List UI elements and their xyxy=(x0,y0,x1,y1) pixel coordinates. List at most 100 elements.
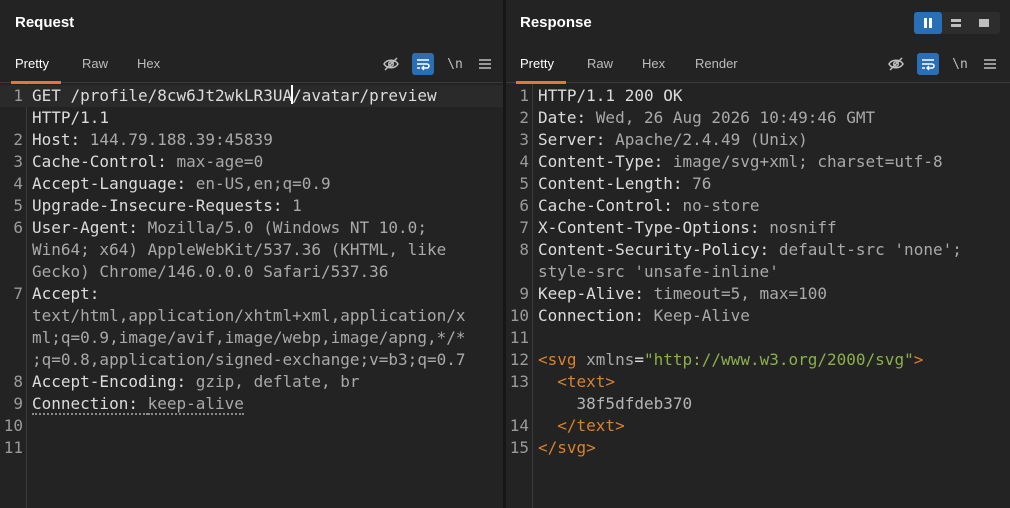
code-token: style-src 'unsafe-inline' xyxy=(538,262,779,281)
menu-icon[interactable] xyxy=(474,53,496,75)
hamburger-icon xyxy=(479,59,491,69)
line-number: 13 xyxy=(509,372,529,391)
code-token: > xyxy=(913,350,924,369)
code-line[interactable]: 9 Connection: keep-alive xyxy=(0,393,503,415)
line-number: 2 xyxy=(519,108,529,127)
code-line[interactable]: 11 xyxy=(0,437,503,459)
code-line[interactable]: style-src 'unsafe-inline' xyxy=(506,261,1010,283)
code-line[interactable]: 6 Cache-Control: no-store xyxy=(506,195,1010,217)
code-line[interactable]: ml;q=0.9,image/avif,image/webp,image/apn… xyxy=(0,327,503,349)
code-line[interactable]: 14 </text> xyxy=(506,415,1010,437)
wrap-lines-button[interactable] xyxy=(412,53,434,75)
code-token: text/html,application/xhtml+xml,applicat… xyxy=(32,306,466,325)
code-line[interactable]: text/html,application/xhtml+xml,applicat… xyxy=(0,305,503,327)
code-line[interactable]: Gecko) Chrome/146.0.0.0 Safari/537.36 xyxy=(0,261,503,283)
code-token: xmlns xyxy=(586,350,635,369)
layout-stacked-button[interactable] xyxy=(942,12,970,34)
layout-side-by-side-button[interactable] xyxy=(914,12,942,34)
newline-toggle[interactable]: \n xyxy=(444,53,466,75)
tab-raw[interactable]: Raw xyxy=(82,46,108,83)
line-number: 9 xyxy=(13,394,23,413)
code-line[interactable]: 11 xyxy=(506,327,1010,349)
code-token: X-Content-Type-Options: xyxy=(538,218,770,237)
code-line[interactable]: 8 Accept-Encoding: gzip, deflate, br xyxy=(0,371,503,393)
code-text: ;q=0.8,application/signed-exchange;v=b3;… xyxy=(32,349,497,371)
code-token: ;q=0.8,application/signed-exchange;v=b3;… xyxy=(32,350,466,369)
code-text: HTTP/1.1 200 OK xyxy=(538,85,1004,107)
code-line[interactable]: 10 Connection: Keep-Alive xyxy=(506,305,1010,327)
line-number: 9 xyxy=(519,284,529,303)
rows-icon xyxy=(951,19,961,27)
request-tabs: Pretty Raw Hex \n xyxy=(0,46,503,84)
request-pane: Request Pretty Raw Hex \n 1 GET /profile… xyxy=(0,0,503,508)
code-line[interactable]: 4 Accept-Language: en-US,en;q=0.9 xyxy=(0,173,503,195)
code-token: "http://www.w3.org/2000/svg" xyxy=(643,350,914,369)
tab-raw[interactable]: Raw xyxy=(587,46,613,83)
hide-nonprintable-icon[interactable] xyxy=(380,53,402,75)
tab-pretty[interactable]: Pretty xyxy=(11,46,61,84)
code-line[interactable]: 13 <text> xyxy=(506,371,1010,393)
code-line[interactable]: 15 </svg> xyxy=(506,437,1010,459)
code-text: Cache-Control: no-store xyxy=(538,195,1004,217)
code-line[interactable]: 1 HTTP/1.1 200 OK xyxy=(506,85,1010,107)
code-line[interactable]: Win64; x64) AppleWebKit/537.36 (KHTML, l… xyxy=(0,239,503,261)
code-token: Cache-Control: xyxy=(32,152,177,171)
code-line[interactable]: 1 GET /profile/8cw6Jt2wkLR3UA/avatar/prev… xyxy=(0,85,503,107)
line-number: 3 xyxy=(13,152,23,171)
code-line[interactable]: 7 X-Content-Type-Options: nosniff xyxy=(506,217,1010,239)
code-line[interactable]: 5 Upgrade-Insecure-Requests: 1 xyxy=(0,195,503,217)
tab-render[interactable]: Render xyxy=(695,46,738,83)
code-line[interactable]: 2 Date: Wed, 26 Aug 2026 10:49:46 GMT xyxy=(506,107,1010,129)
code-token: HTTP/1.1 200 OK xyxy=(538,86,683,105)
code-text: GET /profile/8cw6Jt2wkLR3UA/avatar/previ… xyxy=(32,85,497,107)
code-line[interactable]: 3 Cache-Control: max-age=0 xyxy=(0,151,503,173)
code-token: max-age=0 xyxy=(176,152,264,171)
code-line[interactable]: 12 <svg xmlns="http://www.w3.org/2000/svg… xyxy=(506,349,1010,371)
wrap-icon xyxy=(417,59,430,71)
code-token: timeout=5, max=100 xyxy=(653,284,827,303)
code-token: Accept-Encoding: xyxy=(32,372,196,391)
response-header: Response xyxy=(506,0,1010,46)
layout-switcher xyxy=(914,12,1000,34)
code-line[interactable]: ;q=0.8,application/signed-exchange;v=b3;… xyxy=(0,349,503,371)
code-line[interactable]: 6 User-Agent: Mozilla/5.0 (Windows NT 10.… xyxy=(0,217,503,239)
code-token: Content-Type: xyxy=(538,152,673,171)
code-token: Accept: xyxy=(32,284,100,303)
code-line[interactable]: 9 Keep-Alive: timeout=5, max=100 xyxy=(506,283,1010,305)
line-number: 4 xyxy=(13,174,23,193)
line-number: 2 xyxy=(13,130,23,149)
line-number: 8 xyxy=(13,372,23,391)
tab-hex[interactable]: Hex xyxy=(137,46,160,83)
response-pane: Response Pretty Raw Hex Render \n 1 HTTP… xyxy=(506,0,1010,508)
code-token: Apache/2.4.49 (Unix) xyxy=(615,130,808,149)
code-token: nosniff xyxy=(769,218,837,237)
code-token: Wed, 26 Aug 2026 10:49:46 GMT xyxy=(595,108,876,127)
code-text: Keep-Alive: timeout=5, max=100 xyxy=(538,283,1004,305)
menu-icon[interactable] xyxy=(979,53,1001,75)
code-line[interactable]: 4 Content-Type: image/svg+xml; charset=ut… xyxy=(506,151,1010,173)
code-line[interactable]: 3 Server: Apache/2.4.49 (Unix) xyxy=(506,129,1010,151)
code-token: Date: xyxy=(538,108,596,127)
code-line[interactable]: 2 Host: 144.79.188.39:45839 xyxy=(0,129,503,151)
code-line[interactable]: 10 xyxy=(0,415,503,437)
newline-toggle[interactable]: \n xyxy=(949,53,971,75)
columns-icon xyxy=(924,18,932,28)
code-line[interactable]: 7 Accept: xyxy=(0,283,503,305)
line-number: 10 xyxy=(3,416,23,435)
code-text: Host: 144.79.188.39:45839 xyxy=(32,129,497,151)
code-text: <text> xyxy=(538,371,1004,393)
request-editor[interactable]: 1 GET /profile/8cw6Jt2wkLR3UA/avatar/prev… xyxy=(0,84,503,508)
code-line[interactable]: 5 Content-Length: 76 xyxy=(506,173,1010,195)
tab-hex[interactable]: Hex xyxy=(642,46,665,83)
code-line[interactable]: 8 Content-Security-Policy: default-src 'n… xyxy=(506,239,1010,261)
http-message-viewer: Request Pretty Raw Hex \n 1 GET /profile… xyxy=(0,0,1010,508)
layout-tabs-button[interactable] xyxy=(970,12,998,34)
code-line[interactable]: HTTP/1.1 xyxy=(0,107,503,129)
hide-nonprintable-icon[interactable] xyxy=(885,53,907,75)
tab-pretty[interactable]: Pretty xyxy=(516,46,566,84)
code-token: Cache-Control: xyxy=(538,196,683,215)
wrap-lines-button[interactable] xyxy=(917,53,939,75)
code-text: Accept-Language: en-US,en;q=0.9 xyxy=(32,173,497,195)
code-line[interactable]: 38f5dfdeb370 xyxy=(506,393,1010,415)
response-editor[interactable]: 1 HTTP/1.1 200 OK 2 Date: Wed, 26 Aug 2026 … xyxy=(506,84,1010,508)
